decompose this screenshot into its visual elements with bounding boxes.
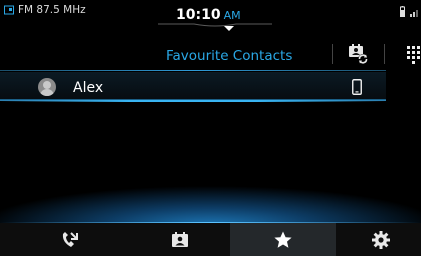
settings-icon [372,230,390,249]
mobile-icon[interactable] [352,79,362,95]
signal-icon [410,10,418,17]
radio-source[interactable]: FM 87.5 MHz [4,4,86,16]
tab-contacts[interactable] [140,223,220,256]
avatar [38,78,56,96]
radio-source-label: FM 87.5 MHz [18,4,86,16]
tab-settings[interactable] [346,223,416,256]
favourite-contact-row[interactable] [0,72,386,101]
star-icon [274,231,292,248]
page-title: Favourite Contacts [166,48,293,64]
radio-icon [4,5,14,15]
sync-contacts-button[interactable] [344,40,372,68]
contact-name: Alex [73,80,104,96]
battery-icon [400,6,405,17]
contacts-icon [172,231,188,247]
title-divider [332,44,333,64]
title-divider [384,44,385,64]
clock-time: 10:10 [176,7,221,23]
tab-recent-calls[interactable] [30,223,110,256]
sync-contacts-icon [349,44,368,64]
dialpad-button[interactable] [402,40,421,68]
clock: 10:10 AM [176,7,241,23]
status-bar: FM 87.5 MHz 10:10 AM [0,0,421,31]
recent-calls-icon [62,231,78,247]
tab-bar [0,223,421,256]
list-row-highlight [0,100,386,102]
tab-favourites[interactable] [230,223,336,256]
list-top-divider [0,70,386,71]
background-glow [0,180,421,226]
dialpad-icon [407,46,420,64]
clock-ampm: AM [223,9,241,22]
